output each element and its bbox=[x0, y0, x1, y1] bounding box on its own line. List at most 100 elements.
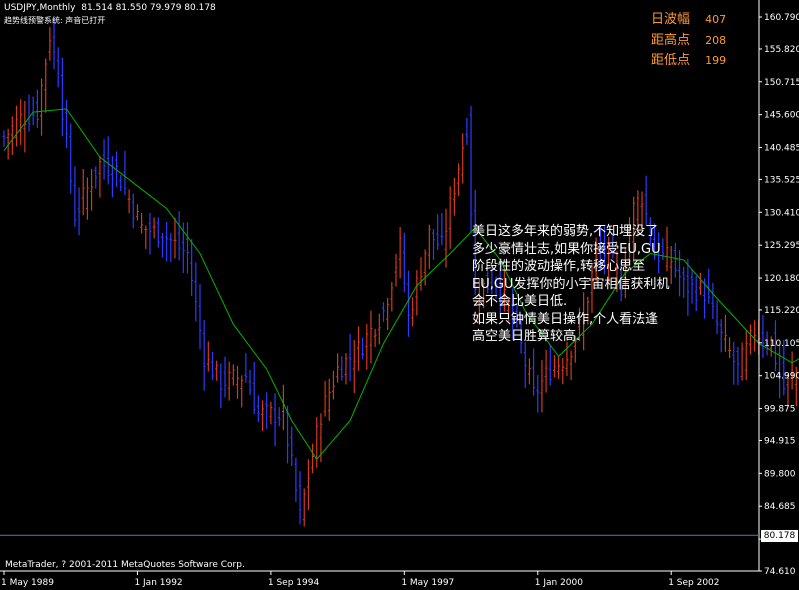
price-bar bbox=[248, 369, 252, 396]
price-bar bbox=[469, 106, 473, 234]
price-bar bbox=[552, 355, 556, 378]
price-bar bbox=[311, 443, 315, 474]
price-bar bbox=[148, 212, 152, 255]
stat-label: 距低点 bbox=[651, 53, 691, 68]
price-bar bbox=[152, 217, 156, 239]
price-tick-label: 155.820 bbox=[764, 45, 799, 55]
price-bar bbox=[65, 99, 69, 149]
price-bar bbox=[352, 340, 356, 394]
price-bar bbox=[540, 360, 544, 413]
price-tick-label: 120.180 bbox=[764, 274, 799, 284]
price-bar bbox=[48, 27, 52, 61]
price-bar bbox=[419, 257, 423, 291]
price-bar bbox=[415, 270, 419, 316]
copyright-text: MetaTrader, ? 2001-2011 MetaQuotes Softw… bbox=[5, 560, 245, 570]
chart-window[interactable]: 160.790 155.820 150.715 145.600 140.485 135.5… bbox=[0, 0, 799, 590]
price-bar bbox=[119, 174, 123, 192]
comment-line: EU,GU发挥你的小宇宙相信获利机 bbox=[472, 276, 670, 292]
price-bar bbox=[569, 350, 573, 380]
price-tick-label: 110.105 bbox=[764, 339, 799, 349]
stat-value: 407 bbox=[705, 13, 727, 26]
price-bar bbox=[457, 163, 461, 197]
price-bar bbox=[215, 360, 219, 381]
price-bar bbox=[269, 401, 273, 425]
price-bar bbox=[448, 186, 452, 249]
price-axis: 160.790 155.820 150.715 145.600 140.485 135.5… bbox=[759, 13, 799, 577]
price-bar bbox=[436, 214, 440, 250]
price-bar bbox=[2, 130, 6, 147]
price-bar bbox=[790, 351, 794, 390]
price-bar bbox=[348, 334, 352, 382]
price-bar bbox=[156, 217, 160, 248]
symbol-header: USDJPY,Monthly 81.514 81.550 79.979 80.1… bbox=[4, 3, 216, 13]
price-bar bbox=[94, 166, 98, 189]
price-tick-label: 160.790 bbox=[764, 13, 799, 23]
price-bar bbox=[315, 417, 319, 468]
price-bar bbox=[140, 212, 144, 234]
stat-value: 208 bbox=[705, 33, 727, 47]
price-bar bbox=[302, 488, 306, 527]
price-bar bbox=[110, 156, 114, 198]
price-bar bbox=[306, 459, 310, 510]
price-bar bbox=[465, 117, 469, 146]
price-bar bbox=[256, 395, 260, 423]
price-bar bbox=[69, 123, 73, 194]
price-bar bbox=[290, 426, 294, 467]
price-bar bbox=[15, 105, 19, 147]
price-bar bbox=[381, 302, 385, 322]
time-tick-label: 1 May 1997 bbox=[401, 578, 454, 588]
price-bar bbox=[294, 457, 298, 502]
price-bar bbox=[127, 189, 131, 214]
indicator-status: 趋势线预警系统: 声音已打开 bbox=[4, 16, 106, 25]
price-bar bbox=[173, 217, 177, 259]
price-tick-label: 84.685 bbox=[764, 502, 796, 512]
price-bar bbox=[753, 320, 757, 352]
price-bar bbox=[761, 315, 765, 358]
price-bar bbox=[561, 357, 565, 385]
price-bar bbox=[244, 353, 248, 383]
price-tick-label: 125.295 bbox=[764, 241, 799, 251]
price-bar bbox=[198, 284, 202, 350]
price-bar bbox=[452, 177, 456, 216]
price-bar bbox=[736, 346, 740, 385]
price-bar bbox=[261, 400, 265, 432]
price-bar bbox=[144, 225, 148, 250]
price-bar bbox=[277, 407, 281, 427]
price-tick-label: 140.485 bbox=[764, 144, 799, 154]
price-bar bbox=[240, 375, 244, 408]
price-bar bbox=[398, 227, 402, 279]
price-bar bbox=[202, 320, 206, 391]
price-bar bbox=[331, 370, 335, 400]
comment-line: 如果只钟情美日操作,个人看法逢 bbox=[472, 311, 659, 327]
price-bar bbox=[390, 281, 394, 312]
price-tick-label: 74.610 bbox=[764, 567, 796, 577]
price-bar bbox=[56, 47, 60, 88]
current-price-label: 80.178 bbox=[761, 530, 798, 542]
price-bar bbox=[423, 249, 427, 286]
price-bar bbox=[265, 392, 269, 429]
price-bar bbox=[223, 356, 227, 398]
price-bar bbox=[523, 342, 527, 389]
price-bar bbox=[532, 348, 536, 396]
price-bar bbox=[27, 94, 31, 132]
price-tick-label: 89.800 bbox=[764, 469, 796, 479]
price-tick-label: 150.715 bbox=[764, 78, 799, 88]
time-tick-label: 1 Jan 2000 bbox=[535, 578, 583, 588]
comment-line: 美日这多年来的弱势,不知埋没了 bbox=[472, 224, 659, 239]
time-tick-label: 1 Jan 1992 bbox=[134, 578, 182, 588]
price-bar bbox=[548, 344, 552, 386]
price-bar bbox=[227, 361, 231, 401]
price-bar bbox=[85, 177, 89, 220]
price-bar bbox=[298, 471, 302, 525]
price-bar bbox=[361, 337, 365, 360]
price-bar bbox=[23, 101, 27, 153]
price-bar bbox=[365, 324, 369, 370]
price-bar bbox=[369, 310, 373, 364]
price-bar bbox=[394, 254, 398, 287]
price-bar bbox=[327, 378, 331, 421]
price-bar bbox=[219, 363, 223, 409]
price-bar bbox=[31, 96, 35, 126]
price-bar bbox=[252, 361, 256, 415]
price-bar bbox=[373, 328, 377, 347]
price-bar bbox=[35, 89, 39, 129]
